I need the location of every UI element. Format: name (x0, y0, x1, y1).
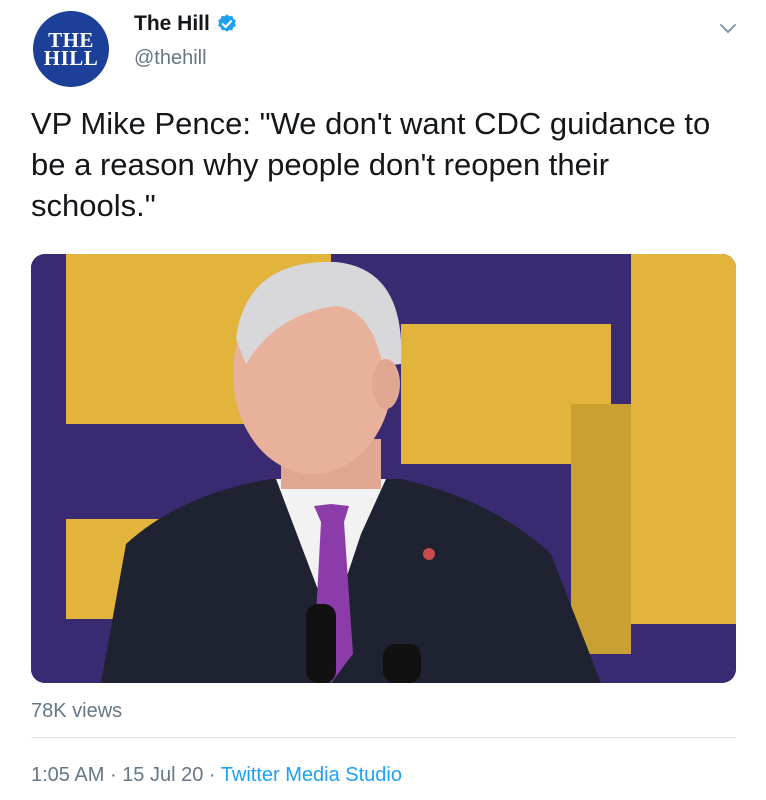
tweet-date[interactable]: 15 Jul 20 (122, 764, 203, 786)
video-thumbnail[interactable] (31, 254, 736, 683)
tweet-time[interactable]: 1:05 AM (31, 764, 104, 786)
tweet-source-link[interactable]: Twitter Media Studio (221, 764, 402, 786)
chevron-down-icon[interactable] (718, 22, 738, 41)
avatar-text-hill: HILL (43, 46, 99, 70)
author-handle[interactable]: @thehill (134, 47, 207, 70)
meta-separator: · (109, 764, 117, 786)
tweet-text: VP Mike Pence: "We don't want CDC guidan… (31, 106, 711, 223)
author-name-row[interactable]: The Hill (134, 12, 238, 36)
view-count: 78K views (31, 700, 123, 722)
avatar[interactable]: THE HILL (33, 11, 109, 87)
tweet-meta: 1:05 AM · 15 Jul 20 · Twitter Media Stud… (31, 764, 402, 787)
meta-separator: · (208, 764, 216, 786)
display-name[interactable]: The Hill (134, 12, 210, 36)
divider (31, 737, 736, 738)
verified-badge-icon (216, 13, 238, 35)
